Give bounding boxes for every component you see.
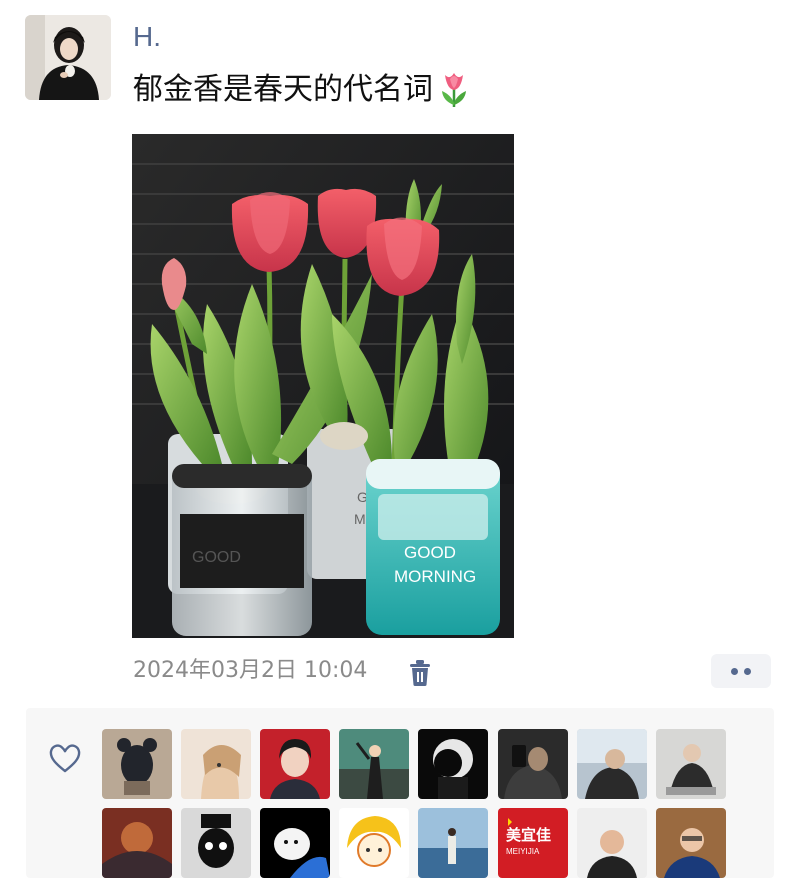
post-caption: 郁金香是春天的代名词 [133,72,433,107]
pot-label-line1: GOOD [404,543,456,562]
post-timestamp: 2024年03月2日 10:04 [133,658,368,683]
author-name[interactable]: H. [133,20,161,54]
more-button[interactable] [711,654,771,688]
author-avatar[interactable] [25,15,111,100]
liker-avatar-11[interactable] [260,808,330,878]
liker-avatar-2[interactable] [181,729,251,799]
liker-avatar-13[interactable] [418,808,488,878]
liker-avatar-8[interactable] [656,729,726,799]
liker-avatar-12[interactable] [339,808,409,878]
heart-icon[interactable] [48,742,82,774]
more-dots-icon [731,668,738,675]
post-photo[interactable]: GI MO GOOD GOOD MORNING [132,134,514,638]
liker-avatar-4[interactable] [339,729,409,799]
pot-label-line2: MORNING [394,567,476,586]
liker-avatar-1[interactable] [102,729,172,799]
liker-avatar-10[interactable] [181,808,251,878]
pot-label-left: GOOD [192,549,241,566]
liker-avatar-5[interactable] [418,729,488,799]
liker-avatar-16[interactable] [656,808,726,878]
liker-avatar-3[interactable] [260,729,330,799]
liker-avatar-14[interactable]: 美宜佳 MEIYIJIA [498,808,568,878]
more-dot-2 [744,668,751,675]
liker-avatar-7[interactable] [577,729,647,799]
tulip-icon [439,71,469,120]
liker-avatar-15[interactable] [577,808,647,878]
post-text: 郁金香是春天的代名词 [133,68,469,112]
liker-brand-text: 美宜佳 [506,826,551,844]
trash-icon[interactable] [407,659,433,687]
liker-avatar-9[interactable] [102,808,172,878]
liker-brand-subtext: MEIYIJIA [506,847,540,856]
liker-avatar-6[interactable] [498,729,568,799]
